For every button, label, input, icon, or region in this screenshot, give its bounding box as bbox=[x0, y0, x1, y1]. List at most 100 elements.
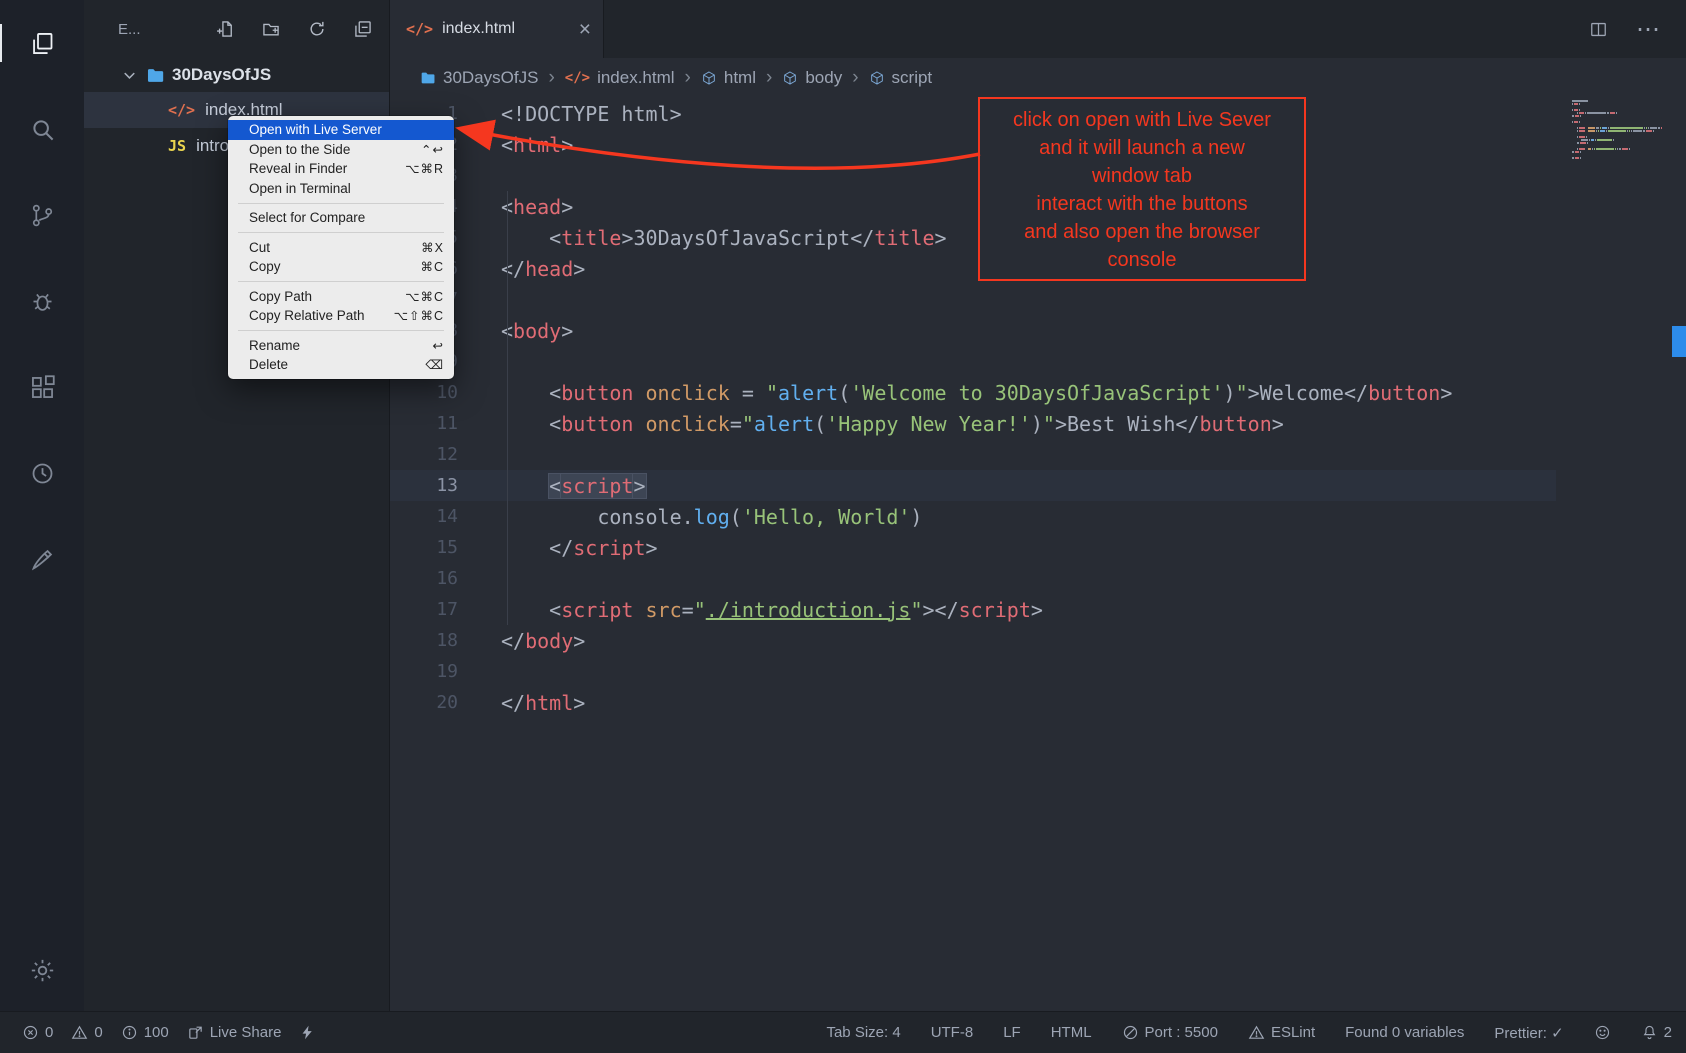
debug-button[interactable] bbox=[0, 258, 84, 344]
code-line-4[interactable]: 4<head> bbox=[390, 191, 1556, 222]
breadcrumb-30daysofjs[interactable]: 30DaysOfJS bbox=[420, 68, 538, 88]
breadcrumb-label: html bbox=[724, 68, 756, 88]
menu-shortcut: ⌃↩ bbox=[421, 142, 444, 157]
settings-button[interactable] bbox=[0, 929, 84, 1011]
status-variables[interactable]: Found 0 variables bbox=[1345, 1024, 1464, 1041]
status-eol[interactable]: LF bbox=[1003, 1024, 1021, 1041]
menu-shortcut: ⌥⇧⌘C bbox=[394, 308, 444, 323]
annotation-line: console bbox=[980, 246, 1304, 274]
menu-item-select-for-compare[interactable]: Select for Compare bbox=[228, 208, 454, 228]
status-problems-info[interactable]: 100 bbox=[121, 1024, 169, 1041]
menu-item-copy-relative-path[interactable]: Copy Relative Path⌥⇧⌘C bbox=[228, 306, 454, 326]
menu-item-copy[interactable]: Copy⌘C bbox=[228, 257, 454, 277]
status-port[interactable]: Port : 5500 bbox=[1122, 1024, 1218, 1041]
line-number: 18 bbox=[390, 630, 458, 651]
code-line-18[interactable]: 18</body> bbox=[390, 625, 1556, 656]
status-language-mode[interactable]: HTML bbox=[1051, 1024, 1092, 1041]
tab-index-html[interactable]: </> index.html × bbox=[390, 0, 604, 58]
menu-item-rename[interactable]: Rename↩ bbox=[228, 336, 454, 356]
breadcrumb-body[interactable]: body bbox=[782, 68, 842, 88]
code-line-5[interactable]: 5 <title>30DaysOfJavaScript</title> bbox=[390, 222, 1556, 253]
menu-separator bbox=[238, 203, 444, 204]
new-folder-icon[interactable] bbox=[261, 19, 281, 39]
explorer-title: E... bbox=[118, 21, 141, 38]
minimap[interactable] bbox=[1572, 100, 1662, 159]
line-number: 19 bbox=[390, 661, 458, 682]
status-quick-actions[interactable] bbox=[299, 1024, 316, 1041]
code-line-1[interactable]: 1<!DOCTYPE html> bbox=[390, 98, 1556, 129]
debug-icon bbox=[29, 288, 56, 315]
annotation-line: and it will launch a new bbox=[980, 134, 1304, 162]
explorer-button[interactable] bbox=[0, 0, 84, 86]
new-file-icon[interactable] bbox=[215, 19, 235, 39]
code-line-11[interactable]: 11 <button onclick="alert('Happy New Yea… bbox=[390, 408, 1556, 439]
breadcrumb-html[interactable]: html bbox=[701, 68, 756, 88]
search-button[interactable] bbox=[0, 86, 84, 172]
code-line-3[interactable]: 3 bbox=[390, 160, 1556, 191]
menu-item-reveal-in-finder[interactable]: Reveal in Finder⌥⌘R bbox=[228, 159, 454, 179]
code-line-19[interactable]: 19 bbox=[390, 656, 1556, 687]
status-eslint[interactable]: ESLint bbox=[1248, 1024, 1315, 1041]
settings-gear-icon bbox=[29, 957, 56, 984]
pen-edit-button[interactable] bbox=[0, 516, 84, 602]
breadcrumb-index-html[interactable]: </>index.html bbox=[565, 68, 675, 88]
menu-separator bbox=[238, 232, 444, 233]
line-number: 12 bbox=[390, 444, 458, 465]
code-line-13[interactable]: 13 <script> bbox=[390, 470, 1556, 501]
menu-item-delete[interactable]: Delete⌫ bbox=[228, 355, 454, 375]
status-encoding[interactable]: UTF-8 bbox=[931, 1024, 974, 1041]
status-problems-warnings[interactable]: 0 bbox=[71, 1024, 102, 1041]
html-file-icon: </> bbox=[565, 70, 590, 86]
close-icon[interactable]: × bbox=[579, 19, 591, 40]
more-actions-icon[interactable]: ⋯ bbox=[1636, 15, 1660, 44]
menu-item-open-to-the-side[interactable]: Open to the Side⌃↩ bbox=[228, 140, 454, 160]
menu-shortcut: ⌘X bbox=[421, 240, 444, 255]
info-icon bbox=[121, 1024, 138, 1041]
error-icon bbox=[22, 1024, 39, 1041]
menu-item-open-in-terminal[interactable]: Open in Terminal bbox=[228, 179, 454, 199]
status-tab-size[interactable]: Tab Size: 4 bbox=[826, 1024, 900, 1041]
code-line-6[interactable]: 6</head> bbox=[390, 253, 1556, 284]
status-live-share[interactable]: Live Share bbox=[187, 1024, 282, 1041]
context-menu: Open with Live ServerOpen to the Side⌃↩R… bbox=[228, 116, 454, 379]
menu-item-copy-path[interactable]: Copy Path⌥⌘C bbox=[228, 287, 454, 307]
menu-item-open-with-live-server[interactable]: Open with Live Server bbox=[228, 120, 454, 140]
menu-item-cut[interactable]: Cut⌘X bbox=[228, 238, 454, 258]
code-line-17[interactable]: 17 <script src="./introduction.js"></scr… bbox=[390, 594, 1556, 625]
code-line-7[interactable]: 7 bbox=[390, 284, 1556, 315]
code-line-14[interactable]: 14 console.log('Hello, World') bbox=[390, 501, 1556, 532]
annotation-line: click on open with Live Sever bbox=[980, 106, 1304, 134]
refresh-icon[interactable] bbox=[307, 19, 327, 39]
line-number: 11 bbox=[390, 413, 458, 434]
pen-edit-icon bbox=[29, 546, 56, 573]
collapse-all-icon[interactable] bbox=[353, 19, 373, 39]
status-prettier[interactable]: Prettier: ✓ bbox=[1494, 1024, 1563, 1042]
breadcrumb-separator: › bbox=[685, 67, 691, 89]
status-bar: 0 0 100 Live Share Tab Size: 4 UTF-8 LF HTML Po… bbox=[0, 1011, 1686, 1053]
status-notifications[interactable]: 2 bbox=[1641, 1024, 1672, 1041]
code-line-20[interactable]: 20</html> bbox=[390, 687, 1556, 718]
code-line-2[interactable]: 2<html> bbox=[390, 129, 1556, 160]
warning-icon bbox=[1248, 1024, 1265, 1041]
source-control-icon bbox=[29, 202, 56, 229]
breadcrumb-script[interactable]: script bbox=[869, 68, 933, 88]
code-line-15[interactable]: 15 </script> bbox=[390, 532, 1556, 563]
folder-row-30daysofjs[interactable]: 30DaysOfJS bbox=[84, 58, 389, 92]
breadcrumb-label: 30DaysOfJS bbox=[443, 68, 538, 88]
folder-icon bbox=[146, 66, 165, 85]
annotation-line: interact with the buttons bbox=[980, 190, 1304, 218]
status-feedback[interactable] bbox=[1594, 1024, 1611, 1041]
source-control-button[interactable] bbox=[0, 172, 84, 258]
bell-icon bbox=[1641, 1024, 1658, 1041]
code-line-10[interactable]: 10 <button onclick = "alert('Welcome to … bbox=[390, 377, 1556, 408]
status-problems-errors[interactable]: 0 bbox=[22, 1024, 53, 1041]
history-clock-button[interactable] bbox=[0, 430, 84, 516]
code-line-8[interactable]: 8<body> bbox=[390, 315, 1556, 346]
code-line-9[interactable]: 9 bbox=[390, 346, 1556, 377]
menu-shortcut: ⌘C bbox=[420, 259, 444, 274]
live-share-icon bbox=[187, 1024, 204, 1041]
split-editor-icon[interactable] bbox=[1589, 20, 1608, 39]
code-line-16[interactable]: 16 bbox=[390, 563, 1556, 594]
extensions-button[interactable] bbox=[0, 344, 84, 430]
code-line-12[interactable]: 12 bbox=[390, 439, 1556, 470]
